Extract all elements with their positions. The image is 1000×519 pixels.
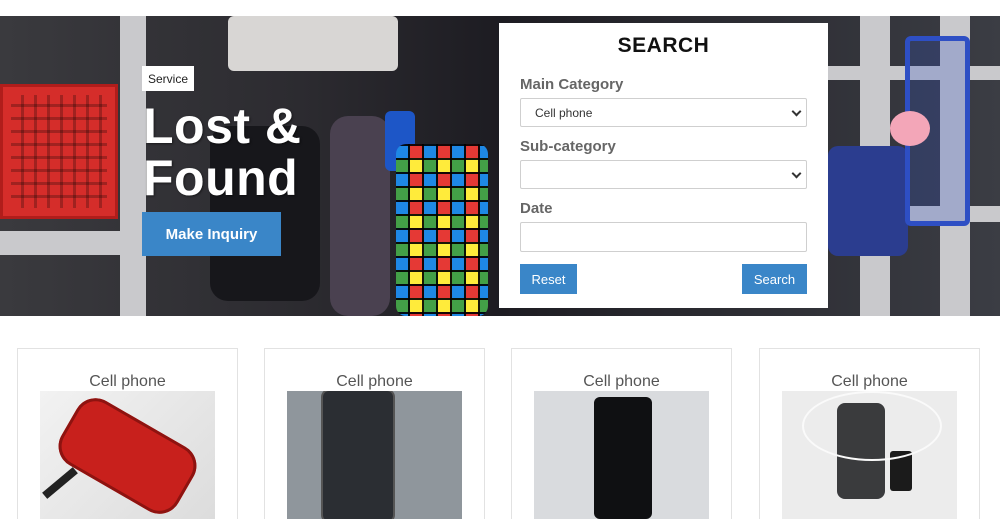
search-actions: Reset Search: [520, 264, 807, 294]
service-tag: Service: [142, 66, 195, 91]
item-card[interactable]: Cell phone: [17, 348, 238, 519]
date-input[interactable]: [520, 222, 807, 252]
black-phone: [594, 397, 652, 519]
page-title: Lost & Found: [143, 98, 302, 206]
item-card[interactable]: Cell phone: [511, 348, 732, 519]
sub-category-label: Sub-category: [520, 138, 616, 155]
search-button[interactable]: Search: [742, 264, 807, 294]
main-category-select[interactable]: Cell phone: [520, 98, 807, 127]
item-card[interactable]: Cell phone: [759, 348, 980, 519]
sub-category-select[interactable]: [520, 160, 807, 189]
cable: [42, 467, 78, 499]
search-title: SEARCH: [617, 34, 710, 57]
chevron-down-icon: [791, 168, 802, 179]
main-category-value: Cell phone: [535, 106, 593, 120]
red-phone-image[interactable]: [40, 391, 215, 519]
top-shelf-items: [228, 16, 398, 71]
make-inquiry-button[interactable]: Make Inquiry: [142, 212, 281, 256]
phone-with-charger-image[interactable]: [782, 391, 957, 519]
navy-suitcase: [828, 146, 908, 256]
reset-button[interactable]: Reset: [520, 264, 577, 294]
item-title: Cell phone: [89, 373, 166, 390]
dark-phone-image[interactable]: [287, 391, 462, 519]
red-phone: [50, 391, 205, 519]
main-category-label: Main Category: [520, 76, 624, 93]
date-label: Date: [520, 200, 553, 217]
item-title: Cell phone: [583, 373, 660, 390]
dark-phone: [323, 391, 393, 519]
item-title: Cell phone: [336, 373, 413, 390]
shelf-board: [0, 231, 120, 255]
black-phone-image[interactable]: [534, 391, 709, 519]
item-title: Cell phone: [831, 373, 908, 390]
item-card[interactable]: Cell phone: [264, 348, 485, 519]
charging-cable: [802, 391, 942, 461]
pink-toy: [890, 111, 930, 146]
chevron-down-icon: [791, 106, 802, 117]
search-panel: SEARCH Main Category Cell phone Sub-cate…: [499, 23, 828, 308]
red-crate: [0, 84, 118, 219]
